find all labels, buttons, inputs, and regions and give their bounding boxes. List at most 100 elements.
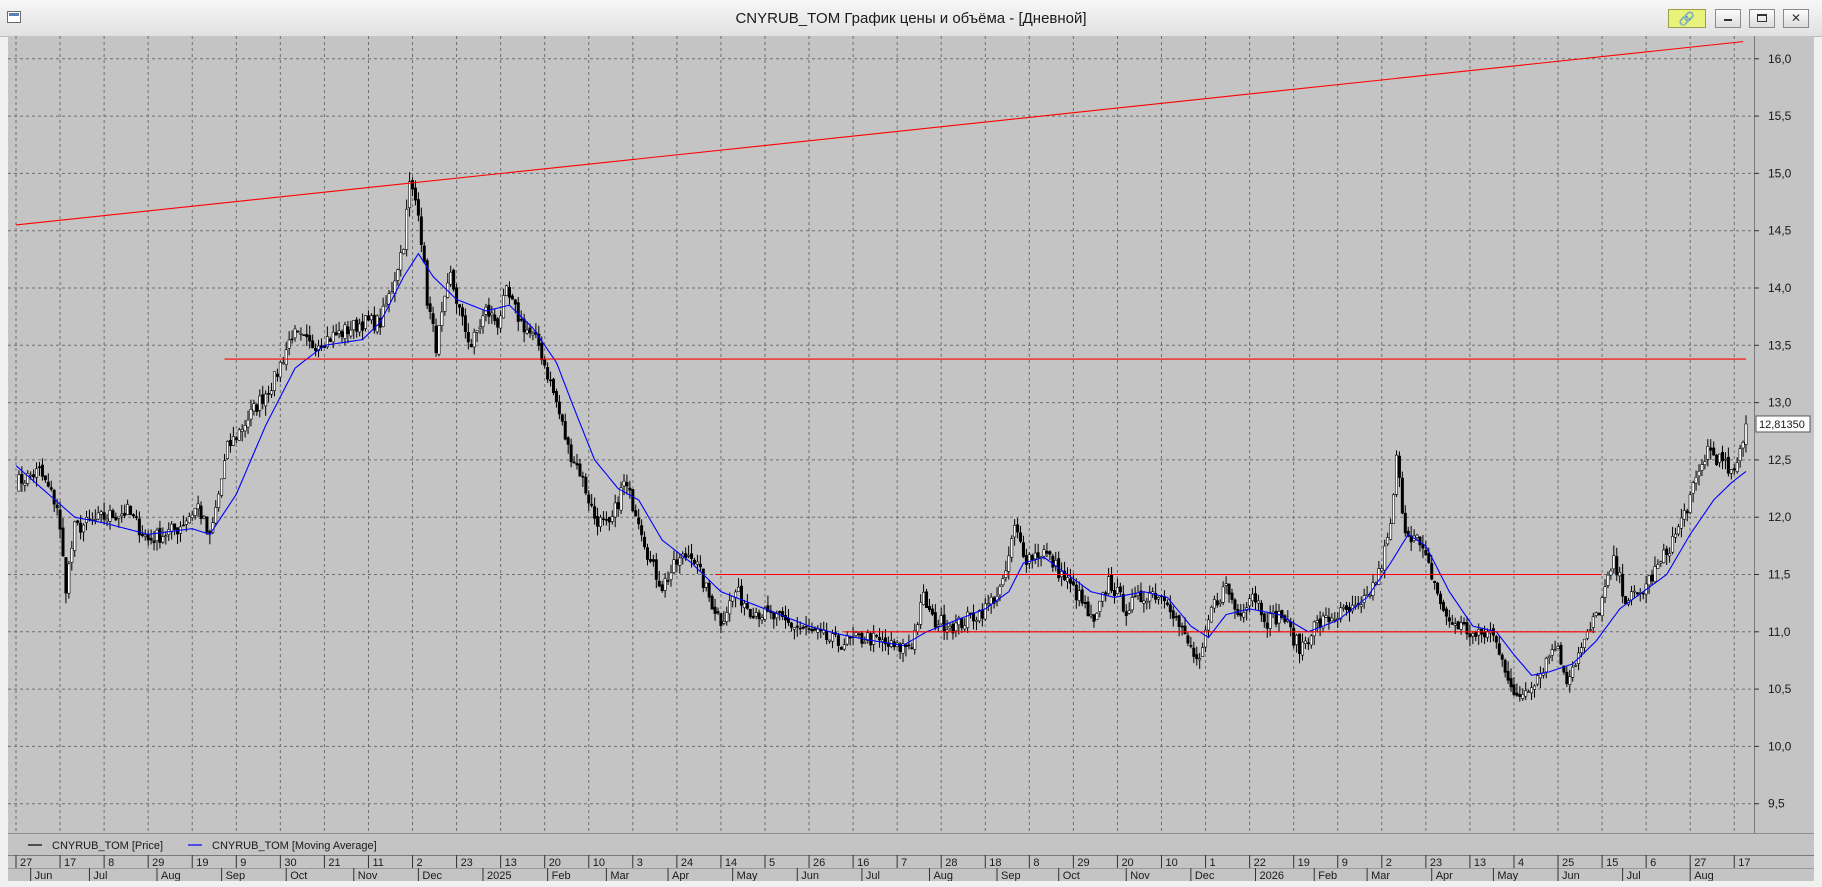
candle-body bbox=[1591, 616, 1595, 628]
candle-body bbox=[1533, 685, 1537, 690]
candle-body bbox=[748, 608, 752, 618]
candle-body bbox=[366, 315, 370, 321]
candle-body bbox=[1550, 649, 1554, 656]
x-month-label: Feb bbox=[1318, 870, 1337, 881]
candle-body bbox=[1659, 561, 1663, 564]
candle-body bbox=[695, 561, 699, 565]
candle-body bbox=[358, 323, 362, 333]
trendline-line[interactable] bbox=[15, 41, 1744, 226]
candle-body bbox=[1521, 694, 1525, 699]
candle-body bbox=[249, 409, 253, 420]
candle-body bbox=[1512, 684, 1516, 695]
x-day-label: 13 bbox=[1474, 857, 1486, 869]
candle-body bbox=[936, 624, 940, 627]
candle-body bbox=[948, 625, 952, 629]
candle-body bbox=[261, 394, 265, 404]
candle-body bbox=[1691, 482, 1695, 494]
x-day-label: 15 bbox=[1606, 857, 1618, 869]
link-button[interactable]: 🔗 bbox=[1668, 9, 1706, 28]
candle-body bbox=[942, 614, 946, 632]
candle-body bbox=[1036, 552, 1040, 558]
candle-body bbox=[1107, 576, 1111, 595]
candle-body bbox=[1712, 447, 1716, 456]
chart-frame[interactable]: 16,0 15,5 15,0 14,5 14,0 13,5 13,0 12,5 12,0 11,5… bbox=[8, 36, 1814, 881]
x-month-label: Sep bbox=[226, 870, 246, 881]
candle-body bbox=[246, 419, 250, 428]
candle-body bbox=[1295, 635, 1299, 645]
title-bar[interactable]: CNYRUB_TOM График цены и объёма - [Дневн… bbox=[0, 0, 1822, 37]
candle-body bbox=[678, 557, 682, 566]
candle-body bbox=[419, 216, 423, 245]
candle-body bbox=[1268, 613, 1272, 629]
candle-body bbox=[234, 437, 238, 440]
candle-body bbox=[1535, 675, 1539, 685]
candle-body bbox=[1436, 582, 1440, 594]
x-day-label: 4 bbox=[1518, 857, 1524, 869]
x-month-label: Apr bbox=[1436, 870, 1453, 881]
candle-body bbox=[1230, 592, 1234, 600]
candle-body bbox=[813, 628, 817, 631]
candle-body bbox=[369, 315, 373, 321]
minimize-button[interactable] bbox=[1715, 9, 1741, 28]
candle-body bbox=[857, 633, 861, 636]
candle-body bbox=[1086, 601, 1090, 617]
candle-body bbox=[1688, 494, 1692, 513]
x-day-label: 11 bbox=[372, 857, 383, 869]
candle-body bbox=[713, 606, 717, 614]
candle-body bbox=[1450, 622, 1454, 625]
candle-body bbox=[549, 379, 553, 382]
x-month-label: Aug bbox=[933, 870, 953, 881]
candle-body bbox=[598, 517, 602, 527]
y-tick-label: 11,0 bbox=[1768, 625, 1791, 639]
candle-body bbox=[1568, 676, 1572, 685]
candle-body bbox=[810, 628, 814, 632]
x-day-label: 1 bbox=[1210, 857, 1216, 869]
candle-body bbox=[173, 523, 177, 530]
x-month-label: Jul bbox=[93, 870, 107, 881]
candle-body bbox=[1259, 602, 1263, 616]
candle-body bbox=[1612, 555, 1616, 570]
candle-body bbox=[1503, 659, 1507, 673]
candle-body bbox=[193, 508, 197, 516]
candle-body bbox=[1474, 631, 1478, 638]
maximize-button[interactable] bbox=[1749, 9, 1775, 28]
candle-body bbox=[704, 582, 708, 588]
candle-body bbox=[1019, 532, 1023, 542]
candle-body bbox=[73, 521, 77, 551]
candle-body bbox=[223, 460, 227, 479]
candle-body bbox=[983, 603, 987, 620]
candle-body bbox=[37, 466, 41, 469]
candle-body bbox=[46, 481, 50, 487]
candle-body bbox=[255, 404, 259, 413]
x-month-label: Feb bbox=[552, 870, 571, 881]
candle-body bbox=[1721, 451, 1725, 462]
candle-body bbox=[1192, 647, 1196, 657]
candle-body bbox=[1497, 643, 1501, 655]
candle-body bbox=[745, 603, 749, 609]
candle-body bbox=[825, 630, 829, 640]
candle-body bbox=[751, 615, 755, 619]
candle-body bbox=[604, 519, 608, 521]
candle-body bbox=[1242, 612, 1246, 618]
candle-body bbox=[1415, 534, 1419, 538]
candle-body bbox=[872, 632, 876, 645]
candle-body bbox=[437, 325, 441, 355]
price-chart[interactable]: 16,0 15,5 15,0 14,5 14,0 13,5 13,0 12,5 12,0 11,5… bbox=[8, 36, 1814, 881]
candle-body bbox=[267, 393, 271, 395]
x-month-label: Oct bbox=[290, 870, 307, 881]
candle-body bbox=[1251, 593, 1255, 602]
candle-body bbox=[1095, 612, 1099, 620]
x-month-label: Dec bbox=[422, 870, 442, 881]
candle-body bbox=[258, 395, 262, 411]
candle-body bbox=[1133, 595, 1137, 598]
close-button[interactable]: ✕ bbox=[1783, 9, 1809, 28]
candle-body bbox=[1732, 468, 1736, 471]
candle-body bbox=[789, 622, 793, 628]
candle-body bbox=[187, 516, 191, 524]
candle-body bbox=[986, 603, 990, 606]
candle-body bbox=[922, 591, 926, 606]
legend-label: CNYRUB_TOM [Price] bbox=[52, 840, 163, 852]
candle-body bbox=[466, 332, 470, 343]
x-day-label: 9 bbox=[240, 857, 246, 869]
candle-body bbox=[1585, 631, 1589, 639]
